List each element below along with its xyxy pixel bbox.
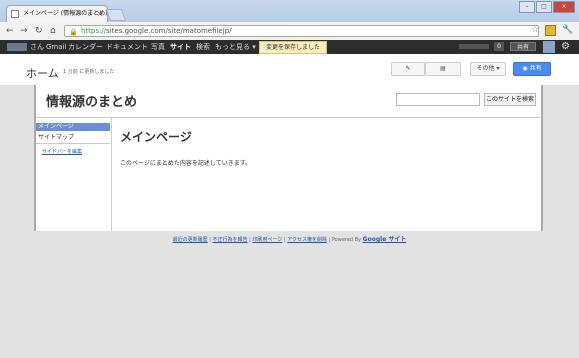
- tab-title: メインページ (情報源のまとめ): [23, 10, 108, 17]
- site-sidebar: メインページ サイトマップ サイドバーを編集: [36, 118, 112, 231]
- sites-action-bar: ホーム 1 分前 に更新しました ✎ ▤ その他 ▾ ◉ 共有: [0, 54, 579, 86]
- gbar-gmail[interactable]: Gmail: [46, 40, 66, 54]
- minimize-button[interactable]: –: [519, 1, 535, 13]
- notification-count[interactable]: 0: [494, 42, 504, 51]
- site-title[interactable]: 情報源のまとめ: [46, 91, 137, 110]
- browser-titlebar: メインページ (情報源のまとめ) × – □ ×: [0, 0, 579, 22]
- footer-separator: |: [283, 237, 286, 243]
- gbar-sites[interactable]: サイト: [170, 40, 191, 54]
- page-title: メインページ: [120, 130, 192, 144]
- footer-google-sites-link[interactable]: Google サイト: [363, 236, 407, 243]
- saved-notice: 変更を保存しました: [259, 41, 328, 54]
- extension-icon[interactable]: [545, 25, 556, 36]
- share-button[interactable]: ◉ 共有: [513, 62, 551, 76]
- footer-powered-by: Powered By: [331, 237, 362, 243]
- address-bar[interactable]: 🔒 https://sites.google.com/site/matomefi…: [64, 25, 539, 37]
- gbar-photos[interactable]: 写真: [151, 40, 165, 54]
- new-page-icon: ▤: [440, 65, 446, 72]
- forward-icon[interactable]: →: [20, 25, 28, 37]
- edit-page-button[interactable]: ✎: [391, 62, 425, 76]
- tab-close-icon[interactable]: ×: [97, 6, 103, 22]
- gbar-calendar[interactable]: カレンダー: [68, 40, 103, 54]
- sidebar-divider: [36, 143, 110, 144]
- avatar[interactable]: [543, 41, 555, 53]
- new-tab-button[interactable]: [105, 9, 127, 21]
- page-body-text: このページにまとめた内容を記述していきます。: [120, 160, 252, 167]
- footer-separator: |: [328, 237, 331, 243]
- footer-report-abuse-link[interactable]: 不正行為を報告: [213, 237, 248, 243]
- close-window-button[interactable]: ×: [553, 1, 575, 13]
- gbar-more[interactable]: もっと見る ▾: [215, 40, 256, 54]
- gear-icon[interactable]: ⚙: [561, 40, 570, 54]
- footer-remove-access-link[interactable]: アクセス権を削除: [287, 237, 327, 243]
- last-updated: 1 分前 に更新しました: [63, 69, 115, 75]
- url-scheme: https://: [81, 27, 107, 35]
- gbar-search[interactable]: 検索: [196, 40, 210, 54]
- site-content: 情報源のまとめ このサイトを検索 メインページ サイトマップ サイドバーを編集 …: [34, 85, 543, 231]
- pencil-icon: ✎: [405, 65, 411, 72]
- share-button-label: 共有: [529, 65, 542, 72]
- footer-separator: |: [209, 237, 211, 243]
- edit-sidebar-link[interactable]: サイドバーを編集: [42, 148, 82, 155]
- gbar-email-redacted: [459, 44, 489, 49]
- globe-icon: ◉: [522, 65, 528, 72]
- browser-toolbar: ← → ↻ ⌂ 🔒 https://sites.google.com/site/…: [0, 22, 579, 41]
- home-icon[interactable]: ⌂: [50, 25, 56, 37]
- footer-separator: |: [249, 237, 251, 243]
- back-icon[interactable]: ←: [6, 25, 14, 37]
- site-footer: 最近の更新履歴 | 不正行為を報告 | 印刷用ページ | アクセス権を削除 | …: [0, 234, 579, 243]
- wrench-icon[interactable]: 🔧: [562, 25, 573, 35]
- lock-icon: 🔒: [69, 28, 78, 36]
- new-page-button[interactable]: ▤: [425, 62, 461, 76]
- site-search-button[interactable]: このサイトを検索: [484, 93, 536, 106]
- reload-icon[interactable]: ↻: [35, 25, 43, 37]
- gbar-documents[interactable]: ドキュメント: [106, 40, 148, 54]
- maximize-button[interactable]: □: [536, 1, 552, 13]
- sidebar-item-main-page[interactable]: メインページ: [36, 123, 110, 131]
- sidebar-item-sitemap[interactable]: サイトマップ: [38, 132, 74, 141]
- more-actions-button[interactable]: その他 ▾: [470, 62, 506, 76]
- footer-recent-activity-link[interactable]: 最近の更新履歴: [173, 237, 208, 243]
- gbar-user[interactable]: さん: [30, 40, 44, 54]
- window-controls: – □ ×: [519, 1, 575, 13]
- footer-print-link[interactable]: 印刷用ページ: [252, 237, 282, 243]
- account-name-redacted: [7, 43, 27, 51]
- gbar-share-button[interactable]: 共有: [510, 42, 536, 51]
- browser-tab[interactable]: メインページ (情報源のまとめ) ×: [6, 5, 108, 22]
- bookmark-star-icon[interactable]: ☆: [531, 25, 539, 35]
- site-search-input[interactable]: [396, 93, 480, 106]
- url-text: sites.google.com/site/matomefilejp/: [106, 27, 232, 35]
- page-home-title: ホーム: [26, 67, 59, 80]
- page-favicon-icon: [11, 10, 19, 18]
